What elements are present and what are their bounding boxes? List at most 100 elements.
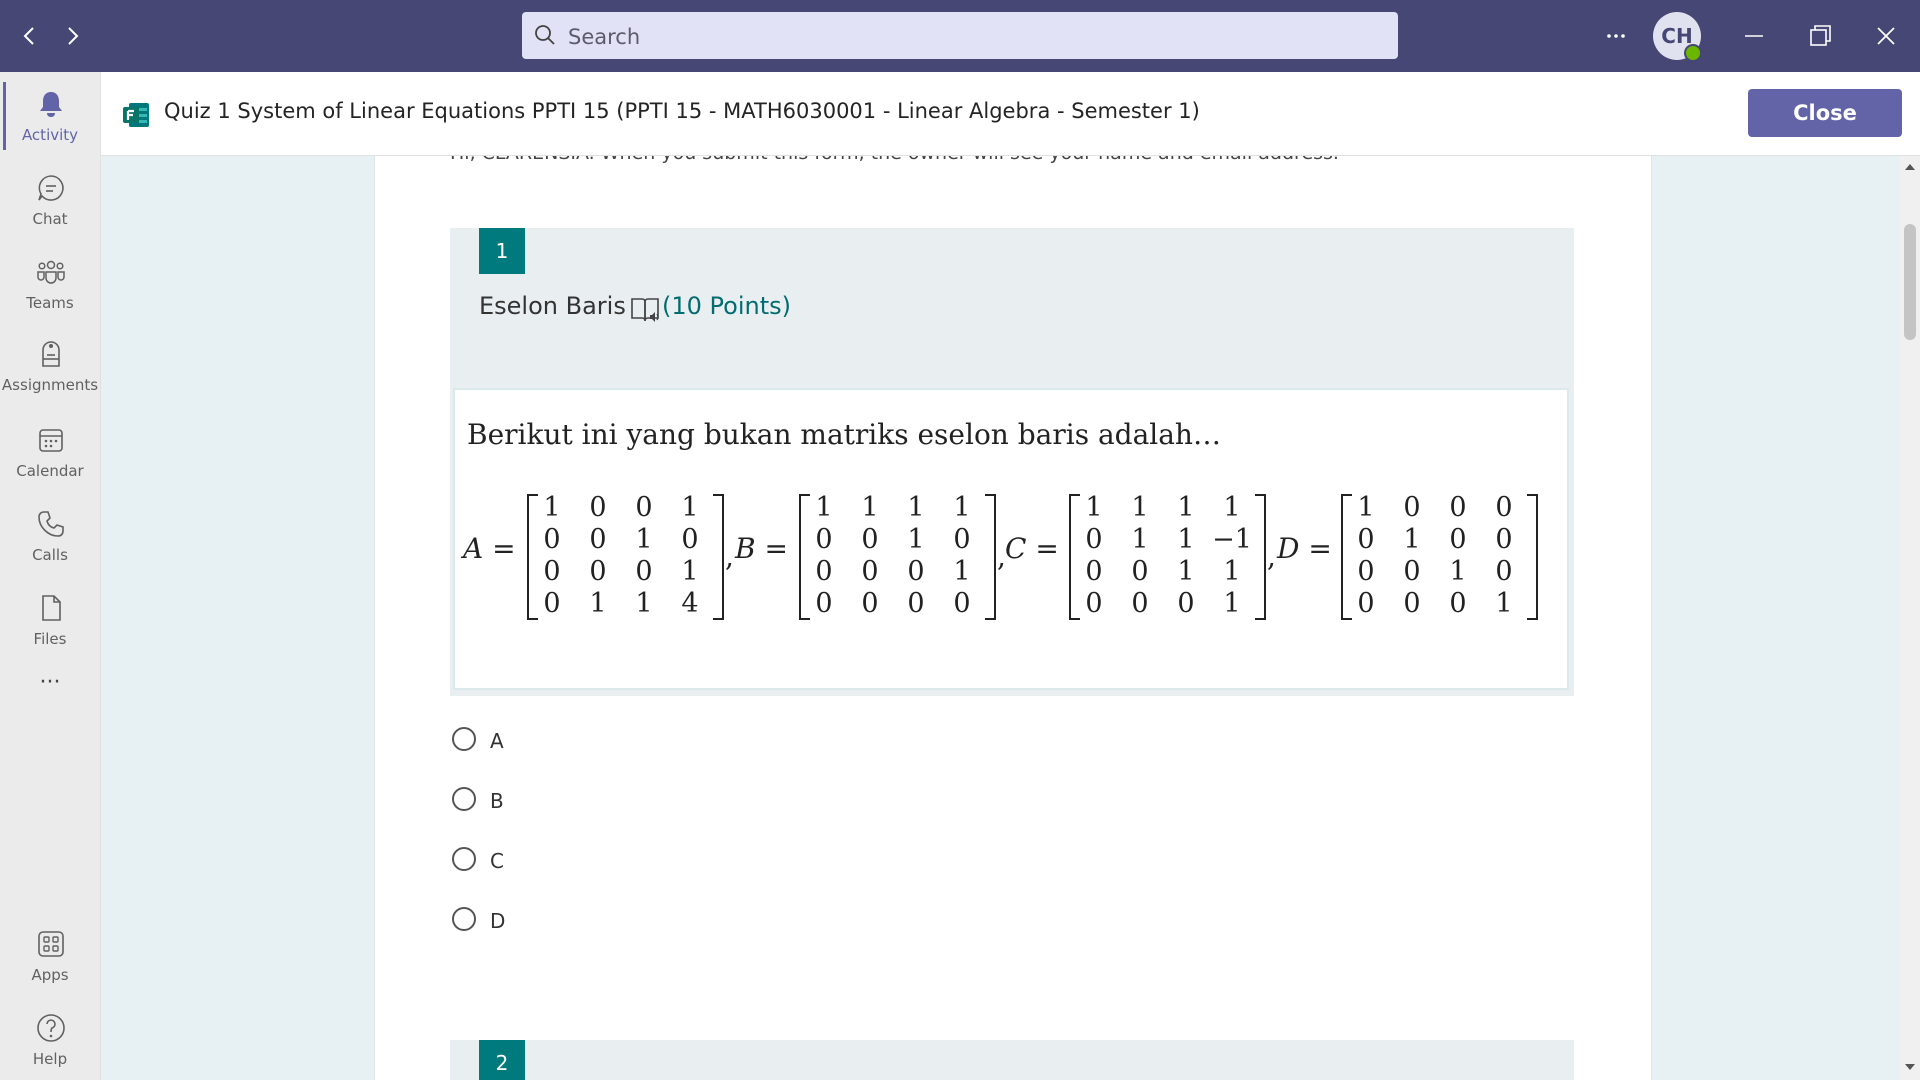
matrix-cell: 1 — [1449, 556, 1467, 587]
matrix-cell: 0 — [635, 556, 653, 587]
matrix-right-bracket — [1527, 494, 1538, 620]
matrix-cell: 0 — [1131, 588, 1149, 619]
option-c[interactable]: C — [450, 841, 850, 881]
matrix-separator: , — [725, 540, 734, 573]
matrix-cell: 0 — [1085, 524, 1103, 555]
restore-icon[interactable] — [1802, 18, 1838, 54]
matrix-cell: 1 — [1085, 492, 1103, 523]
rail-item-activity[interactable]: Activity — [0, 76, 100, 156]
presence-available-badge — [1684, 44, 1702, 62]
matrix-cell: 1 — [861, 492, 879, 523]
close-window-icon[interactable] — [1868, 18, 1904, 54]
minimize-icon[interactable] — [1736, 18, 1772, 54]
matrix-name: C = — [1005, 532, 1059, 565]
matrix-cell: 0 — [1403, 556, 1421, 587]
matrix-cell: 0 — [815, 524, 833, 555]
matrix-cell: 1 — [1177, 524, 1195, 555]
matrix-cell: 0 — [953, 524, 971, 555]
matrix-name: D = — [1277, 532, 1332, 565]
matrix-cell: 1 — [1131, 492, 1149, 523]
matrix-cell: 0 — [1403, 492, 1421, 523]
option-label: C — [490, 849, 504, 873]
rail-more-apps[interactable]: ··· — [0, 670, 100, 720]
immersive-reader-icon[interactable] — [630, 295, 662, 325]
matrix-right-bracket — [985, 494, 996, 620]
option-b[interactable]: B — [450, 781, 850, 821]
title-bar: CH — [0, 0, 1920, 72]
matrix-cell: 0 — [1085, 556, 1103, 587]
matrix-cell: 0 — [589, 524, 607, 555]
radio-button[interactable] — [452, 787, 476, 811]
radio-button[interactable] — [452, 727, 476, 751]
rail-item-teams[interactable]: Teams — [0, 244, 100, 324]
form-content-area[interactable]: Hi, CLARENSIA. When you submit this form… — [101, 156, 1900, 1080]
matrix-cell: 0 — [635, 492, 653, 523]
matrix-separator: , — [1267, 540, 1276, 573]
phone-icon — [38, 511, 64, 537]
scroll-down-icon[interactable] — [1904, 1062, 1916, 1072]
matrix-cell: 1 — [953, 556, 971, 587]
question-image: Berikut ini yang bukan matriks eselon ba… — [453, 388, 1569, 690]
calendar-icon — [39, 429, 63, 452]
matrix-cell: 1 — [681, 492, 699, 523]
matrix-cell: 1 — [907, 524, 925, 555]
matrix-cell: 0 — [1403, 588, 1421, 619]
forward-arrow-icon[interactable] — [58, 22, 86, 50]
rail-item-apps[interactable]: Apps — [0, 916, 100, 996]
matrix-right-bracket — [713, 494, 724, 620]
question-number-badge: 1 — [479, 228, 525, 274]
search-box[interactable] — [522, 12, 1398, 61]
matrix-cell: 0 — [543, 588, 561, 619]
rail-item-files[interactable]: Files — [0, 580, 100, 660]
rail-item-help[interactable]: Help — [0, 1000, 100, 1080]
radio-button[interactable] — [452, 847, 476, 871]
matrix-cell: 0 — [1495, 556, 1513, 587]
option-a[interactable]: A — [450, 721, 850, 761]
app-header: Quiz 1 System of Linear Equations PPTI 1… — [101, 72, 1920, 156]
matrix-cell: 0 — [1131, 556, 1149, 587]
app-rail: Activity Chat Teams Assignments Calendar… — [0, 72, 101, 1080]
matrix-c: C = 1 1 1 1 0 1 1 −1 0 0 1 1 0 0 0 1, — [1005, 490, 1276, 622]
help-icon — [37, 1014, 65, 1042]
vertical-scrollbar[interactable] — [1900, 156, 1920, 1080]
matrix-cell: 0 — [1449, 524, 1467, 555]
page-title: Quiz 1 System of Linear Equations PPTI 1… — [164, 99, 1200, 123]
back-arrow-icon[interactable] — [16, 22, 44, 50]
rail-item-calendar[interactable]: Calendar — [0, 412, 100, 492]
matrix-cell: 1 — [589, 588, 607, 619]
scroll-up-icon[interactable] — [1904, 162, 1916, 172]
matrix-cell: 0 — [815, 588, 833, 619]
matrix-cell: 0 — [1495, 524, 1513, 555]
matrix-cell: 1 — [681, 556, 699, 587]
matrix-name: A = — [463, 532, 516, 565]
matrix-cell: 0 — [907, 588, 925, 619]
option-d[interactable]: D — [450, 901, 850, 941]
search-input[interactable] — [566, 12, 1370, 61]
rail-label-calendar: Calendar — [16, 462, 84, 480]
rail-item-calls[interactable]: Calls — [0, 496, 100, 576]
more-options-icon[interactable] — [1598, 18, 1634, 54]
scrollbar-thumb[interactable] — [1904, 224, 1916, 340]
radio-button[interactable] — [452, 907, 476, 931]
rail-item-assignments[interactable]: Assignments — [0, 326, 100, 406]
matrix-cell: 1 — [815, 492, 833, 523]
question-card-2: 2 — [450, 1040, 1574, 1080]
matrix-cell: 0 — [1495, 492, 1513, 523]
question-card-1: 1 Eselon Baris (10 Points) Berikut ini y… — [450, 228, 1574, 696]
chat-icon — [38, 175, 64, 201]
matrix-cell: 1 — [1177, 556, 1195, 587]
option-label: A — [490, 729, 504, 753]
form-greeting: Hi, CLARENSIA. When you submit this form… — [450, 156, 1339, 164]
assignments-icon — [42, 341, 60, 367]
file-icon — [42, 595, 61, 621]
teams-icon — [37, 260, 65, 284]
close-button[interactable]: Close — [1748, 89, 1902, 137]
matrix-cell: 0 — [861, 588, 879, 619]
rail-item-chat[interactable]: Chat — [0, 160, 100, 240]
apps-icon — [38, 931, 64, 957]
matrix-cell: 1 — [543, 492, 561, 523]
matrix-cell: 0 — [953, 588, 971, 619]
matrix-cell: 4 — [681, 588, 699, 619]
rail-label-apps: Apps — [31, 966, 69, 984]
matrix-cell: 0 — [815, 556, 833, 587]
